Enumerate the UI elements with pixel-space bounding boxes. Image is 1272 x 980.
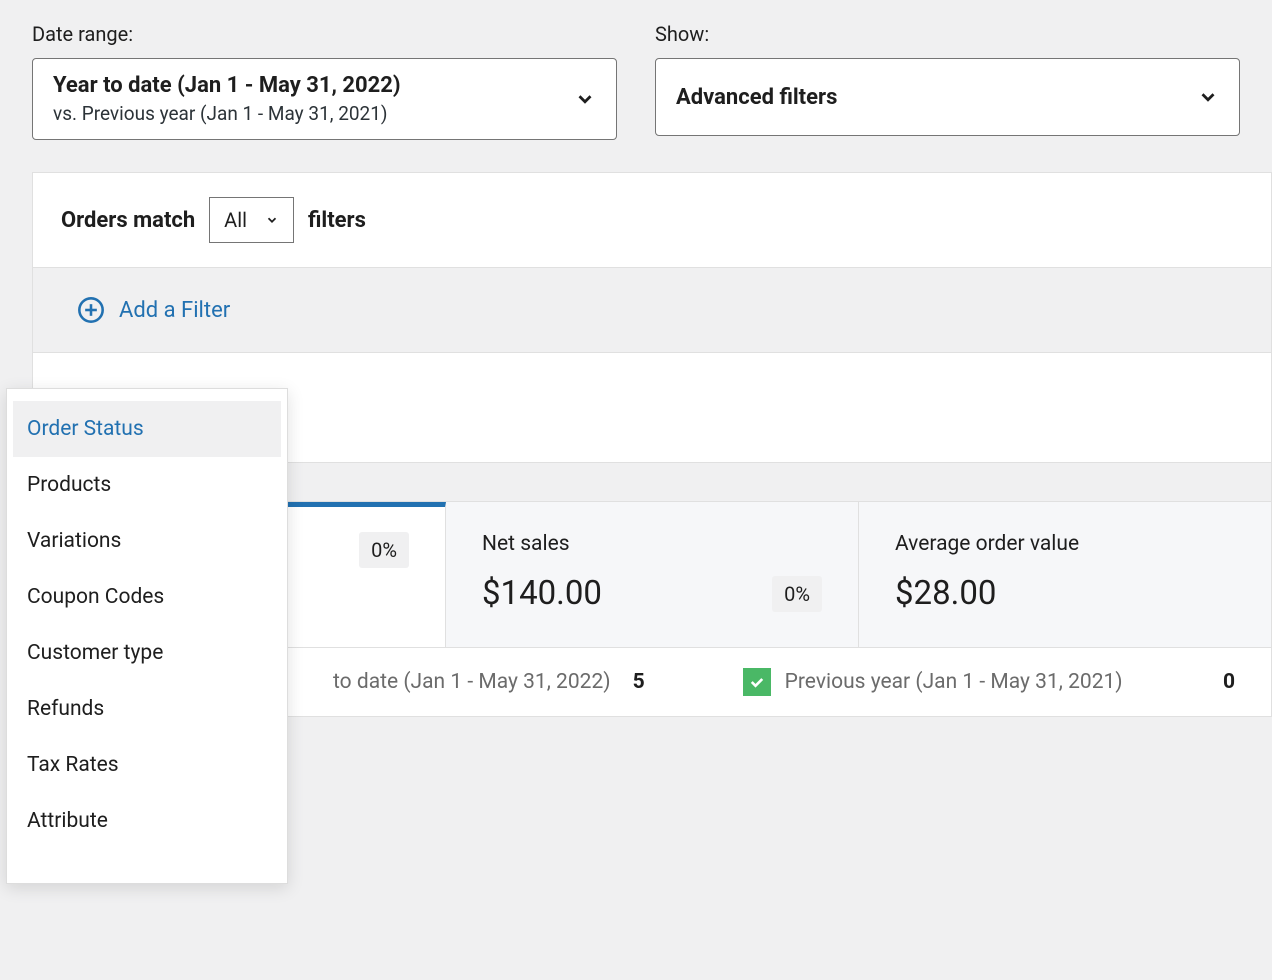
legend-previous-value: 0 [1223, 670, 1235, 694]
show-value: Advanced filters [676, 85, 837, 110]
date-range-label: Date range: [32, 22, 617, 46]
stat-net-sales-pct: 0% [772, 576, 822, 612]
filter-option-attribute[interactable]: Attribute [13, 793, 281, 849]
add-filter-label: Add a Filter [119, 298, 230, 323]
filter-option-products[interactable]: Products [13, 457, 281, 513]
date-range-primary: Year to date (Jan 1 - May 31, 2022) [53, 73, 401, 98]
match-suffix: filters [308, 208, 366, 233]
date-range-secondary: vs. Previous year (Jan 1 - May 31, 2021) [53, 102, 401, 125]
stat-avg-order-title: Average order value [895, 532, 1235, 556]
filter-option-refunds[interactable]: Refunds [13, 681, 281, 737]
chevron-down-icon [1197, 86, 1219, 108]
chevron-down-icon [574, 88, 596, 110]
match-row: Orders match All filters [33, 173, 1271, 268]
legend-current-value: 5 [633, 670, 645, 694]
show-dropdown[interactable]: Advanced filters [655, 58, 1240, 136]
filter-options-popup: Order Status Products Variations Coupon … [6, 388, 288, 884]
stat-avg-order-value: $28.00 [895, 574, 996, 613]
legend-current-label: to date (Jan 1 - May 31, 2022) [333, 670, 611, 694]
show-group: Show: Advanced filters [655, 22, 1240, 140]
filter-option-order-status[interactable]: Order Status [13, 401, 281, 457]
match-select[interactable]: All [209, 197, 294, 243]
date-range-dropdown[interactable]: Year to date (Jan 1 - May 31, 2022) vs. … [32, 58, 617, 140]
stat-card-avg-order[interactable]: Average order value $28.00 [859, 502, 1271, 647]
match-prefix: Orders match [61, 208, 195, 233]
stat-net-sales-value: $140.00 [482, 574, 602, 613]
date-range-group: Date range: Year to date (Jan 1 - May 31… [32, 22, 617, 140]
legend-current[interactable]: to date (Jan 1 - May 31, 2022) [333, 670, 611, 694]
filter-option-variations[interactable]: Variations [13, 513, 281, 569]
checkbox-checked-icon[interactable] [743, 668, 771, 696]
filter-option-customer-type[interactable]: Customer type [13, 625, 281, 681]
plus-circle-icon [77, 296, 105, 324]
stat-net-sales-title: Net sales [482, 532, 822, 556]
add-filter-button[interactable]: Add a Filter [33, 268, 1271, 353]
filter-option-tax-rates[interactable]: Tax Rates [13, 737, 281, 793]
match-value: All [224, 208, 247, 232]
stat-card-net-sales[interactable]: Net sales $140.00 0% [446, 502, 859, 647]
legend-previous-label: Previous year (Jan 1 - May 31, 2021) [785, 670, 1123, 694]
chevron-down-icon [265, 213, 279, 227]
filter-option-coupon-codes[interactable]: Coupon Codes [13, 569, 281, 625]
legend-previous[interactable]: Previous year (Jan 1 - May 31, 2021) [743, 668, 1123, 696]
show-label: Show: [655, 22, 1240, 46]
stat-1-pct: 0% [359, 532, 409, 568]
